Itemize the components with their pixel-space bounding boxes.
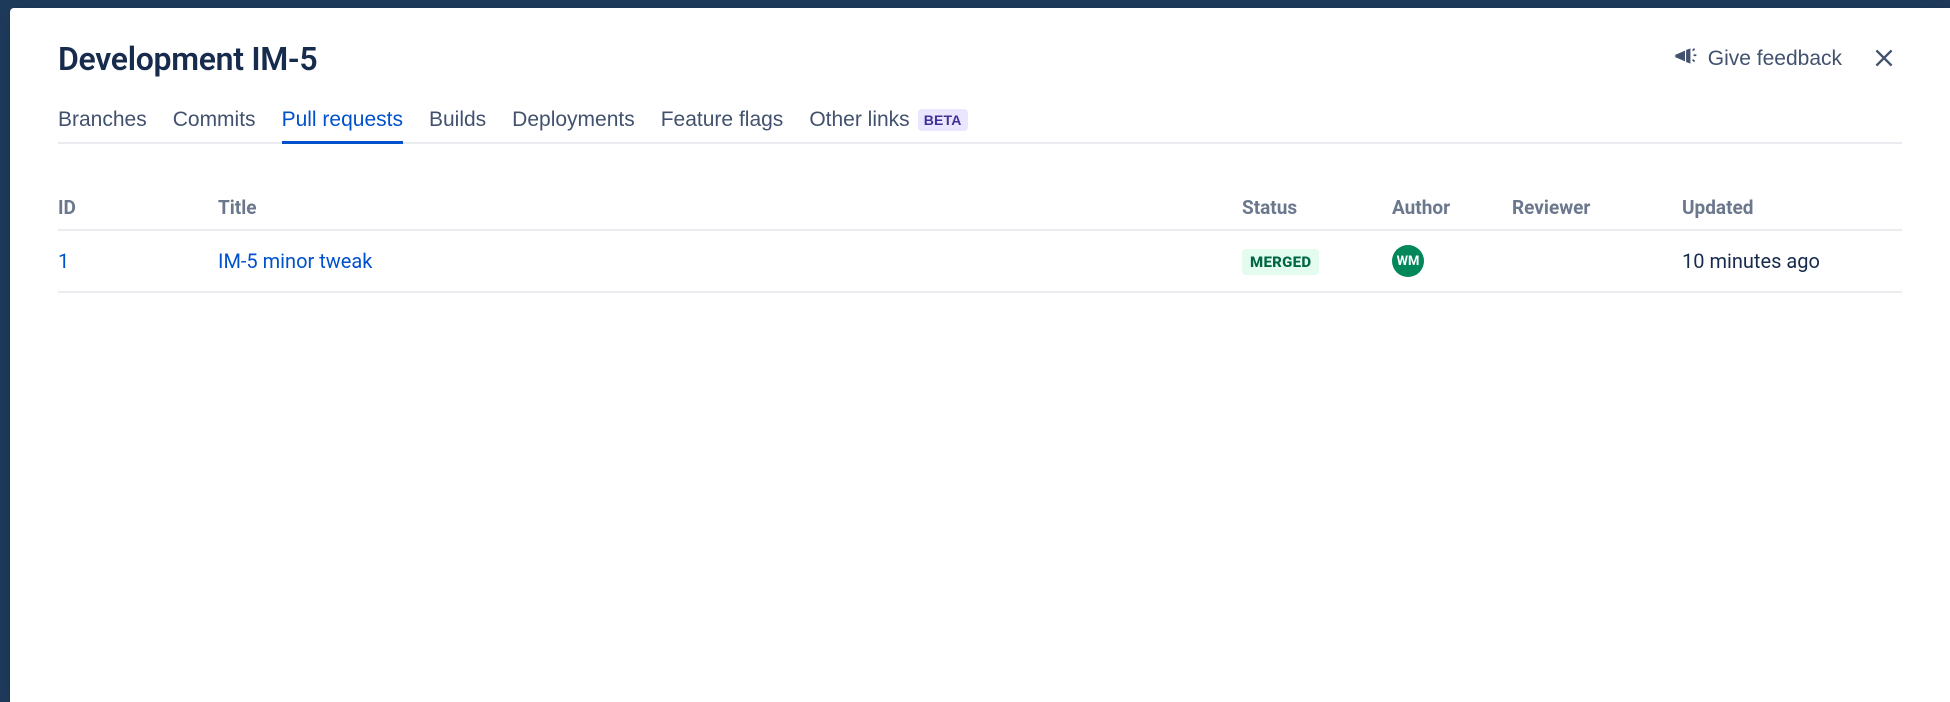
pr-status-cell: MERGED bbox=[1242, 248, 1392, 275]
column-header-updated: Updated bbox=[1682, 196, 1902, 219]
pr-title-link[interactable]: IM-5 minor tweak bbox=[218, 249, 1242, 273]
tab-label: Builds bbox=[429, 108, 486, 132]
tab-commits[interactable]: Commits bbox=[173, 108, 256, 142]
tab-label: Other links bbox=[809, 108, 909, 132]
modal-actions: Give feedback bbox=[1672, 41, 1902, 77]
avatar[interactable]: WM bbox=[1392, 245, 1424, 277]
pr-author-cell: WM bbox=[1392, 245, 1512, 277]
tab-branches[interactable]: Branches bbox=[58, 108, 147, 142]
development-modal: Development IM-5 Give feedback Branches … bbox=[10, 8, 1950, 702]
megaphone-icon bbox=[1672, 43, 1698, 75]
tab-label: Deployments bbox=[512, 108, 635, 132]
modal-header: Development IM-5 Give feedback bbox=[58, 40, 1902, 78]
column-header-reviewer: Reviewer bbox=[1512, 196, 1682, 219]
tab-pull-requests[interactable]: Pull requests bbox=[282, 108, 403, 142]
tabs: Branches Commits Pull requests Builds De… bbox=[58, 108, 1902, 144]
give-feedback-button[interactable]: Give feedback bbox=[1672, 43, 1842, 75]
give-feedback-label: Give feedback bbox=[1708, 47, 1842, 71]
pr-id-link[interactable]: 1 bbox=[58, 249, 218, 273]
tab-label: Commits bbox=[173, 108, 256, 132]
column-header-author: Author bbox=[1392, 196, 1512, 219]
page-title: Development IM-5 bbox=[58, 40, 317, 78]
column-header-status: Status bbox=[1242, 196, 1392, 219]
table-row: 1 IM-5 minor tweak MERGED WM 10 minutes … bbox=[58, 231, 1902, 293]
tab-label: Branches bbox=[58, 108, 147, 132]
tab-label: Feature flags bbox=[661, 108, 784, 132]
close-icon bbox=[1871, 45, 1897, 74]
column-header-id: ID bbox=[58, 196, 218, 219]
tab-label: Pull requests bbox=[282, 108, 403, 132]
table-header: ID Title Status Author Reviewer Updated bbox=[58, 186, 1902, 231]
pull-requests-table: ID Title Status Author Reviewer Updated … bbox=[58, 186, 1902, 293]
tab-other-links[interactable]: Other links BETA bbox=[809, 108, 967, 142]
column-header-title: Title bbox=[218, 196, 1242, 219]
pr-updated-cell: 10 minutes ago bbox=[1682, 249, 1902, 273]
close-button[interactable] bbox=[1866, 41, 1902, 77]
tab-feature-flags[interactable]: Feature flags bbox=[661, 108, 784, 142]
tab-deployments[interactable]: Deployments bbox=[512, 108, 635, 142]
tab-builds[interactable]: Builds bbox=[429, 108, 486, 142]
beta-badge: BETA bbox=[918, 109, 968, 131]
status-badge: MERGED bbox=[1242, 249, 1319, 275]
